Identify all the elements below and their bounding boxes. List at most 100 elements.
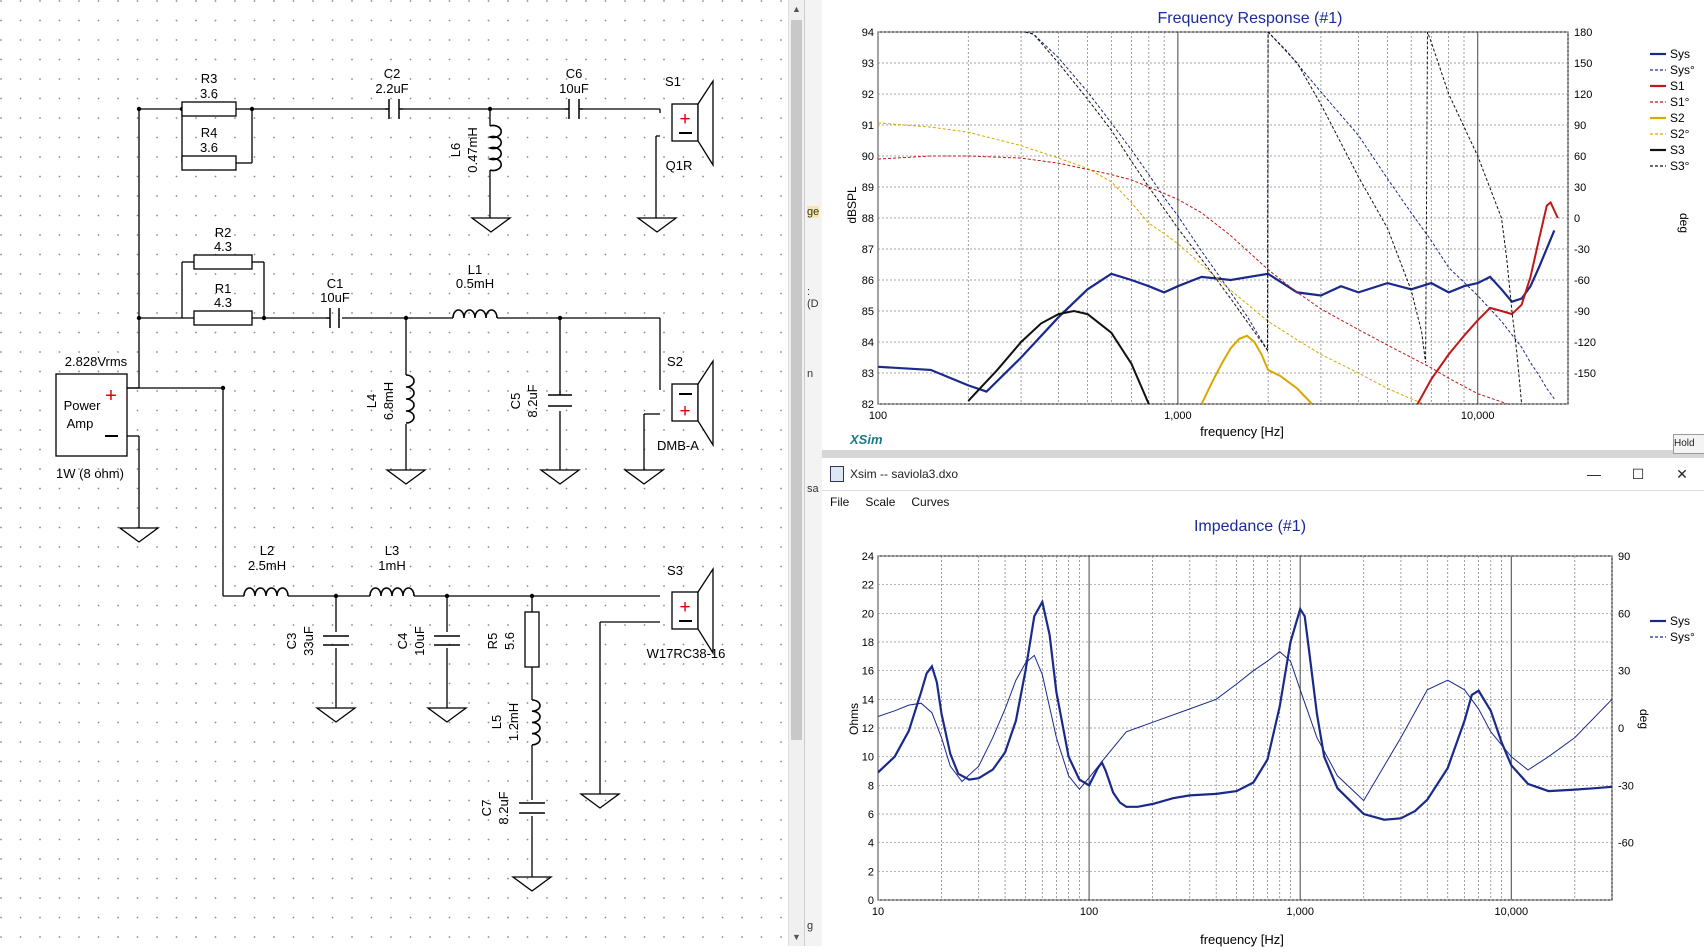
legend-label: S2 — [1670, 111, 1685, 125]
label-c7-name: C7 — [479, 800, 494, 817]
resistor-r5[interactable] — [524, 611, 540, 668]
legend-label: S1° — [1670, 95, 1690, 109]
y2-tick-label: 30 — [1574, 182, 1586, 194]
y2-tick-label: 60 — [1574, 151, 1586, 163]
x-tick-label: 1,000 — [1286, 906, 1314, 918]
menu-curves[interactable]: Curves — [911, 495, 949, 509]
scroll-up-icon[interactable]: ▲ — [792, 4, 801, 14]
close-icon[interactable]: ✕ — [1660, 466, 1704, 483]
schematic-vertical-scrollbar[interactable]: ▲ ▼ — [788, 0, 805, 946]
svg-text:+: + — [679, 109, 690, 130]
label-s2-model: DMB-A — [657, 438, 699, 453]
y2-axis-label: deg — [1677, 213, 1691, 233]
label-l3-name: L3 — [385, 543, 399, 558]
x-tick-label: 100 — [869, 410, 887, 422]
background-window-strip: ge : (D n sa g — [804, 0, 823, 946]
y2-axis-label: deg — [1637, 709, 1651, 729]
label-l4-value: 6.8mH — [381, 382, 396, 420]
label-s1-model: Q1R — [666, 158, 693, 173]
label-l1-value: 0.5mH — [456, 276, 494, 291]
maximize-icon[interactable]: ☐ — [1616, 466, 1660, 483]
label-c6-value: 10uF — [559, 81, 589, 96]
y-tick-label: 86 — [862, 275, 874, 287]
impedance-chart[interactable]: 024681012141618202224-60-30030609010 100 1… — [822, 513, 1704, 947]
label-c2-name: C2 — [384, 66, 401, 81]
y2-tick-label: 60 — [1618, 608, 1630, 620]
schematic-canvas[interactable]: + + + + R3 3.6 R4 3.6 C2 2.2uF C6 10uF L… — [0, 0, 796, 946]
label-c1-value: 10uF — [320, 290, 350, 305]
y-tick-label: 91 — [862, 120, 874, 132]
label-c7-value: 8.2uF — [496, 791, 511, 824]
label-r3-name: R3 — [201, 71, 218, 86]
y-tick-label: 87 — [862, 244, 874, 256]
label-c4-name: C4 — [395, 633, 410, 650]
y-tick-label: 22 — [862, 580, 874, 592]
y-axis-label: dBSPL — [845, 186, 859, 224]
resistor-r2[interactable] — [193, 254, 253, 270]
legend-label: Sys — [1670, 614, 1690, 628]
y-tick-label: 84 — [862, 337, 874, 349]
y2-tick-label: -60 — [1618, 838, 1634, 850]
legend-label: S3 — [1670, 143, 1685, 157]
y-tick-label: 18 — [862, 637, 874, 649]
y-tick-label: 94 — [862, 27, 874, 39]
label-s3-name: S3 — [667, 563, 683, 578]
side-fragment-4: sa — [807, 483, 819, 495]
label-c1-name: C1 — [327, 276, 344, 291]
label-s2-name: S2 — [667, 354, 683, 369]
y-tick-label: 88 — [862, 213, 874, 225]
menu-bar: File Scale Curves — [822, 491, 1704, 513]
label-l2-value: 2.5mH — [248, 558, 286, 573]
resistor-r3[interactable] — [181, 101, 237, 117]
frequency-response-chart[interactable]: 82838485868788899091929394-150-120-90-60… — [822, 0, 1704, 450]
y2-tick-label: -30 — [1574, 244, 1590, 256]
legend-label: S2° — [1670, 127, 1690, 141]
y2-tick-label: 120 — [1574, 89, 1592, 101]
legend-label: Sys° — [1670, 630, 1695, 644]
y2-tick-label: 180 — [1574, 27, 1592, 39]
y-tick-label: 90 — [862, 151, 874, 163]
label-r4-name: R4 — [201, 125, 218, 140]
label-r5-name: R5 — [485, 633, 500, 650]
y2-tick-label: -120 — [1574, 337, 1596, 349]
y2-tick-label: -30 — [1618, 780, 1634, 792]
resistor-r1[interactable] — [193, 310, 253, 326]
label-r1-value: 4.3 — [214, 295, 232, 310]
x-tick-label: 10,000 — [1461, 410, 1495, 422]
app-icon — [830, 466, 844, 482]
impedance-window-titlebar[interactable]: Xsim -- saviola3.dxo — ☐ ✕ — [822, 458, 1704, 491]
label-amp: Amp — [67, 416, 94, 431]
frequency-response-window[interactable]: 82 83 84 85 86 87 88 89 90 91 92 93 94 -150 -120 -90 -60… — [822, 0, 1704, 458]
minimize-icon[interactable]: — — [1572, 466, 1616, 483]
label-l6-value: 0.47mH — [465, 127, 480, 173]
side-fragment-3: n — [807, 368, 814, 380]
label-c5-name: C5 — [508, 393, 523, 410]
y-tick-label: 83 — [862, 368, 874, 380]
schematic-drawing[interactable]: + + + + R3 3.6 R4 3.6 C2 2.2uF C6 10uF L… — [0, 0, 796, 946]
plus-icon: + — [105, 385, 117, 407]
label-l4-name: L4 — [364, 394, 379, 408]
y2-tick-label: 150 — [1574, 58, 1592, 70]
hold-button[interactable]: Hold — [1673, 434, 1704, 454]
x-tick-label: 1,000 — [1164, 410, 1192, 422]
y-tick-label: 93 — [862, 58, 874, 70]
legend-label: Sys — [1670, 47, 1690, 61]
scroll-down-icon[interactable]: ▼ — [792, 932, 801, 942]
label-r3-value: 3.6 — [200, 86, 218, 101]
y2-tick-label: -150 — [1574, 368, 1596, 380]
label-r2-value: 4.3 — [214, 239, 232, 254]
scrollbar-thumb[interactable] — [791, 20, 802, 740]
label-c3-name: C3 — [284, 633, 299, 650]
impedance-window[interactable]: Xsim -- saviola3.dxo — ☐ ✕ File Scale Cu… — [822, 458, 1704, 947]
x-tick-label: 10 — [872, 906, 884, 918]
label-r1-name: R1 — [215, 281, 232, 296]
label-c4-value: 10uF — [412, 626, 427, 656]
menu-scale[interactable]: Scale — [865, 495, 895, 509]
resistor-r4[interactable] — [181, 155, 237, 171]
chart-title: Impedance (#1) — [1194, 518, 1306, 535]
y2-tick-label: 0 — [1574, 213, 1580, 225]
menu-file[interactable]: File — [830, 495, 849, 509]
label-l2-name: L2 — [260, 543, 274, 558]
label-c5-value: 8.2uF — [525, 384, 540, 417]
y-tick-label: 20 — [862, 608, 874, 620]
